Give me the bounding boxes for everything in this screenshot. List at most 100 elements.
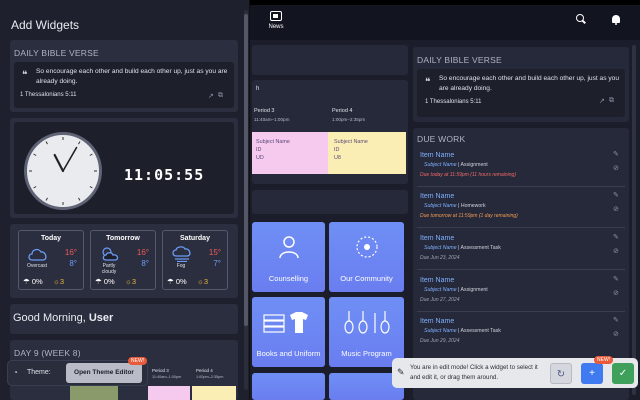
pin-icon[interactable]: ✎	[613, 191, 619, 199]
partly-cloudy-icon	[102, 247, 119, 261]
mini-cell	[70, 386, 118, 400]
verse-reference: 1 Thessalonians 5:11	[425, 99, 482, 105]
clock-widget[interactable]: 11:05:55	[10, 118, 238, 218]
pencil-icon: ✎	[397, 367, 405, 377]
clock-tick	[33, 153, 37, 156]
sun-icon: ☼	[197, 277, 204, 286]
community-icon	[356, 236, 378, 258]
due-item[interactable]: Item Name Subject Name | Assignment Due …	[420, 152, 620, 178]
rain-chance: ☂ 0%	[95, 277, 115, 286]
umbrella-icon: ☂	[23, 277, 30, 286]
newspaper-icon	[270, 11, 282, 21]
due-item[interactable]: Item Name Subject Name | Homework Due to…	[420, 193, 620, 219]
verse-inner: ❝ So encourage each other and build each…	[417, 69, 625, 117]
open-theme-editor-button[interactable]: Open Theme Editor	[66, 363, 142, 383]
timetable-cell[interactable]: Subject Name ID UD	[252, 132, 328, 174]
add-widgets-panel: Add Widgets DAILY BIBLE VERSE ❝ So encou…	[0, 0, 250, 400]
weather-day-today: Today Overcast 16° 8° ☂ 0% ☼3	[18, 230, 84, 290]
hide-icon[interactable]: ⊘	[613, 164, 619, 172]
palette-icon: ◔	[13, 368, 18, 377]
hour-hand	[53, 153, 65, 173]
card-title: DAILY BIBLE VERSE	[417, 55, 502, 65]
mini-period: Period 4 1:00pm–2:35pm	[196, 368, 224, 379]
edit-mode-text: You are in edit mode! Click a widget to …	[410, 364, 538, 381]
timetable-card[interactable]: h Period 3 11:40am–1:00pm Period 4 1:00p…	[252, 80, 408, 184]
fog-icon	[172, 246, 191, 262]
save-button[interactable]: ✓	[612, 363, 634, 384]
weather-widget[interactable]: Today Overcast 16° 8° ☂ 0% ☼3 Tomorrow P…	[10, 224, 238, 298]
hide-icon[interactable]: ⊘	[613, 205, 619, 213]
minute-hand	[62, 146, 78, 172]
pin-icon[interactable]: ✎	[613, 233, 619, 241]
theme-label: Theme:	[27, 369, 51, 376]
hide-icon[interactable]: ⊘	[613, 289, 619, 297]
panel-scrollbar[interactable]	[244, 10, 248, 390]
timetable-period-3: Period 3 11:40am–1:00pm	[254, 108, 290, 122]
verse-text: So encourage each other and build each o…	[439, 75, 619, 92]
mini-period: Period 3 11:40am–1:00pm	[152, 368, 182, 379]
analog-clock	[24, 132, 102, 210]
reset-button[interactable]: ↻	[550, 363, 572, 384]
new-badge: NEW!	[128, 357, 148, 365]
tile-partial[interactable]	[252, 373, 325, 400]
add-widget-button[interactable]: +	[581, 363, 603, 384]
verse-text: So encourage each other and build each o…	[36, 68, 228, 85]
tile-community[interactable]: Our Community	[329, 222, 404, 292]
search-icon[interactable]	[576, 14, 586, 24]
main-header-card	[252, 45, 408, 75]
mini-cell	[192, 386, 236, 400]
bible-verse-card[interactable]: DAILY BIBLE VERSE ❝ So encourage each ot…	[413, 47, 629, 122]
share-icon[interactable]: ↗	[208, 92, 214, 100]
divider	[417, 227, 625, 228]
quote-icon: ❝	[425, 77, 431, 88]
quote-icon: ❝	[22, 70, 28, 81]
uv-index: ☼3	[53, 277, 65, 286]
umbrella-icon: ☂	[95, 277, 102, 286]
clock-hands	[29, 137, 97, 205]
timetable-period-4: Period 4 1:00pm–2:35pm	[332, 108, 366, 122]
bell-icon[interactable]	[612, 15, 620, 25]
timetable-cell[interactable]: Subject Name ID U8	[328, 132, 406, 174]
weather-day-saturday: Saturday Fog 15° 7° ☂ 0% ☼3	[162, 230, 228, 290]
copy-icon[interactable]: ⧉	[609, 97, 614, 105]
tile-counselling[interactable]: Counselling	[252, 222, 325, 292]
news-nav-button[interactable]: News	[264, 11, 288, 30]
pin-icon[interactable]: ✎	[613, 275, 619, 283]
main-divider-card	[252, 190, 408, 214]
umbrella-icon: ☂	[167, 277, 174, 286]
mini-cell	[148, 386, 190, 400]
divider	[417, 311, 625, 312]
due-item[interactable]: Item Name Subject Name | Assessment Task…	[420, 318, 620, 344]
divider	[417, 186, 625, 187]
verse-inner: ❝ So encourage each other and build each…	[14, 62, 234, 108]
plus-icon: +	[589, 368, 595, 379]
main-scrollbar[interactable]	[632, 45, 636, 395]
pin-icon[interactable]: ✎	[613, 316, 619, 324]
clock-tick	[78, 141, 81, 145]
card-title: DUE WORK	[417, 134, 466, 144]
uv-index: ☼3	[197, 277, 209, 286]
share-icon[interactable]: ↗	[599, 97, 605, 105]
bible-verse-widget[interactable]: DAILY BIBLE VERSE ❝ So encourage each ot…	[10, 40, 238, 112]
counselling-icon	[279, 236, 299, 259]
check-icon: ✓	[618, 368, 628, 379]
tile-books-uniform[interactable]: Books and Uniform	[252, 297, 325, 367]
greeting: Good Morning, User	[13, 312, 114, 324]
tile-music[interactable]: Music Program	[329, 297, 404, 367]
pin-icon[interactable]: ✎	[613, 150, 619, 158]
scroll-thumb[interactable]	[244, 14, 248, 326]
new-badge: NEW!	[594, 356, 614, 364]
music-icon	[344, 311, 390, 334]
divider	[417, 269, 625, 270]
copy-icon[interactable]: ⧉	[218, 92, 223, 100]
hide-icon[interactable]: ⊘	[613, 247, 619, 255]
top-bar: News	[250, 0, 640, 40]
clock-tick	[89, 186, 93, 189]
hide-icon[interactable]: ⊘	[613, 330, 619, 338]
due-item[interactable]: Item Name Subject Name | Assignment Due …	[420, 277, 620, 303]
clock-tick	[89, 153, 93, 156]
due-item[interactable]: Item Name Subject Name | Assessment Task…	[420, 235, 620, 261]
rain-chance: ☂ 0%	[23, 277, 43, 286]
day-label: DAY 9 (WEEK 8)	[14, 348, 81, 358]
verse-reference: 1 Thessalonians 5:11	[20, 92, 77, 98]
